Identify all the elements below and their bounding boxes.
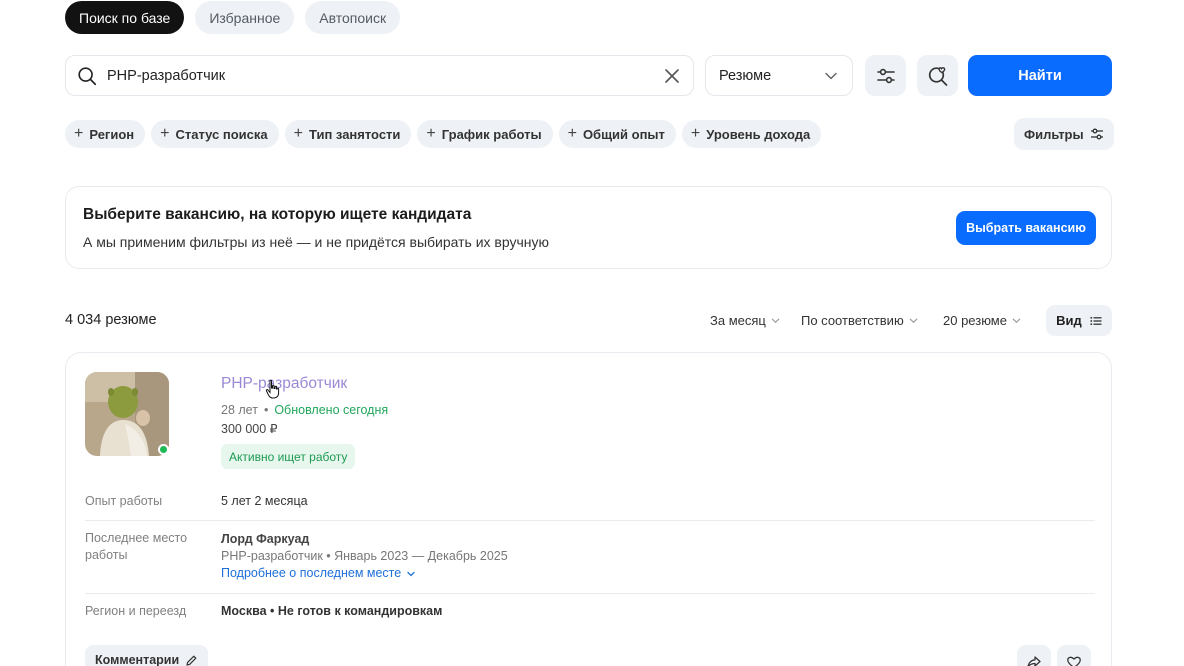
chevron-down-icon — [771, 318, 780, 324]
resume-age: 28 лет — [221, 403, 258, 417]
divider — [85, 593, 1095, 594]
share-icon — [1027, 656, 1041, 666]
plus-icon: + — [74, 125, 84, 142]
chip-region[interactable]: + Регион — [65, 120, 146, 148]
search-type-select[interactable]: Резюме — [705, 55, 853, 96]
last-job-company: Лорд Фаркуад — [221, 532, 310, 546]
last-job-more-link[interactable]: Подробнее о последнем месте — [221, 565, 416, 582]
chip-income[interactable]: + Уровень дохода — [681, 120, 822, 148]
per-page-select[interactable]: 20 резюме — [943, 313, 1022, 328]
view-button[interactable]: Вид — [1046, 305, 1112, 336]
chip-schedule[interactable]: + График работы — [417, 120, 553, 148]
sort-select[interactable]: По соответствию — [801, 313, 919, 328]
plus-icon: + — [160, 125, 170, 142]
search-box — [65, 55, 694, 96]
online-indicator — [158, 444, 169, 455]
comments-button[interactable]: Комментарии — [85, 645, 209, 666]
status-badge: Активно ищет работу — [221, 444, 356, 469]
tab-favorites[interactable]: Избранное — [195, 1, 295, 34]
saved-search-button[interactable] — [917, 55, 958, 96]
region-label: Регион и переезд — [85, 604, 187, 618]
filters-button[interactable]: Фильтры — [1014, 118, 1114, 150]
chevron-down-icon — [1012, 318, 1021, 324]
chip-label: Регион — [89, 126, 135, 142]
search-row: Резюме Найти — [65, 55, 1112, 96]
plus-icon: + — [426, 125, 436, 142]
hand-cursor-icon — [265, 379, 280, 399]
last-job-details: PHP-разработчик • Январь 2023 — Декабрь … — [221, 549, 508, 563]
period-value: За месяц — [710, 313, 766, 328]
sliders-icon — [1090, 128, 1103, 140]
last-job-label: Последнее место работы — [85, 531, 188, 562]
resume-card[interactable]: PHP-разработчик 28 лет • Обновлено сегод… — [65, 352, 1112, 666]
avatar[interactable] — [85, 372, 169, 456]
find-button[interactable]: Найти — [968, 55, 1112, 96]
choose-vacancy-banner: Выберите вакансию, на которую ищете канд… — [65, 186, 1112, 269]
experience-value: 5 лет 2 месяца — [221, 494, 308, 508]
search-heart-icon — [928, 66, 947, 86]
period-select[interactable]: За месяц — [710, 313, 781, 328]
divider — [85, 520, 1095, 521]
experience-label: Опыт работы — [85, 494, 163, 508]
search-input[interactable] — [107, 67, 662, 84]
tab-autosearch[interactable]: Автопоиск — [305, 1, 401, 34]
edit-icon — [186, 655, 197, 666]
filters-label: Фильтры — [1024, 126, 1084, 142]
resume-title[interactable]: PHP-разработчик — [221, 375, 347, 393]
comments-label: Комментарии — [95, 653, 180, 666]
banner-subtitle: А мы применим фильтры из неё — и не прид… — [83, 234, 550, 250]
advanced-search-button[interactable] — [865, 55, 906, 96]
chevron-down-icon — [825, 72, 837, 79]
plus-icon: + — [293, 125, 303, 142]
chip-label: Общий опыт — [582, 126, 665, 142]
view-label: Вид — [1056, 313, 1082, 328]
meta-separator: • — [263, 403, 269, 417]
banner-title: Выберите вакансию, на которую ищете канд… — [83, 206, 472, 223]
clear-icon[interactable] — [662, 66, 682, 86]
plus-icon: + — [690, 125, 701, 142]
per-page-value: 20 резюме — [943, 313, 1007, 328]
favorite-button[interactable] — [1057, 645, 1091, 666]
chip-employment-type[interactable]: + Тип занятости — [284, 120, 412, 148]
avatar-photo — [85, 372, 169, 456]
tab-database-search[interactable]: Поиск по базе — [65, 1, 185, 34]
search-tabs: Поиск по базе Избранное Автопоиск — [65, 1, 401, 34]
last-job-more-label: Подробнее о последнем месте — [221, 566, 402, 580]
search-type-value: Резюме — [719, 67, 772, 84]
resume-meta: 28 лет • Обновлено сегодня — [221, 403, 388, 417]
chip-search-status[interactable]: + Статус поиска — [151, 120, 279, 148]
chip-label: Статус поиска — [175, 126, 268, 142]
resume-updated: Обновлено сегодня — [274, 403, 389, 417]
search-icon — [78, 66, 97, 85]
chip-experience[interactable]: + Общий опыт — [558, 120, 676, 148]
list-icon — [1090, 316, 1102, 325]
region-value: Москва • Не готов к командировкам — [221, 604, 443, 618]
share-button[interactable] — [1017, 645, 1051, 666]
sliders-icon — [876, 68, 895, 83]
chevron-down-icon — [407, 571, 415, 576]
plus-icon: + — [567, 125, 577, 142]
heart-icon — [1067, 656, 1081, 666]
results-count: 4 034 резюме — [65, 312, 157, 328]
filter-chips: + Регион + Статус поиска + Тип занятости + Г… — [65, 120, 822, 148]
chip-label: Тип занятости — [309, 126, 401, 142]
sort-value: По соответствию — [801, 313, 904, 328]
chevron-down-icon — [909, 318, 918, 324]
resume-salary: 300 000 ₽ — [221, 422, 278, 436]
chip-label: График работы — [441, 126, 542, 142]
choose-vacancy-button[interactable]: Выбрать вакансию — [956, 211, 1096, 245]
chip-label: Уровень дохода — [706, 126, 811, 142]
